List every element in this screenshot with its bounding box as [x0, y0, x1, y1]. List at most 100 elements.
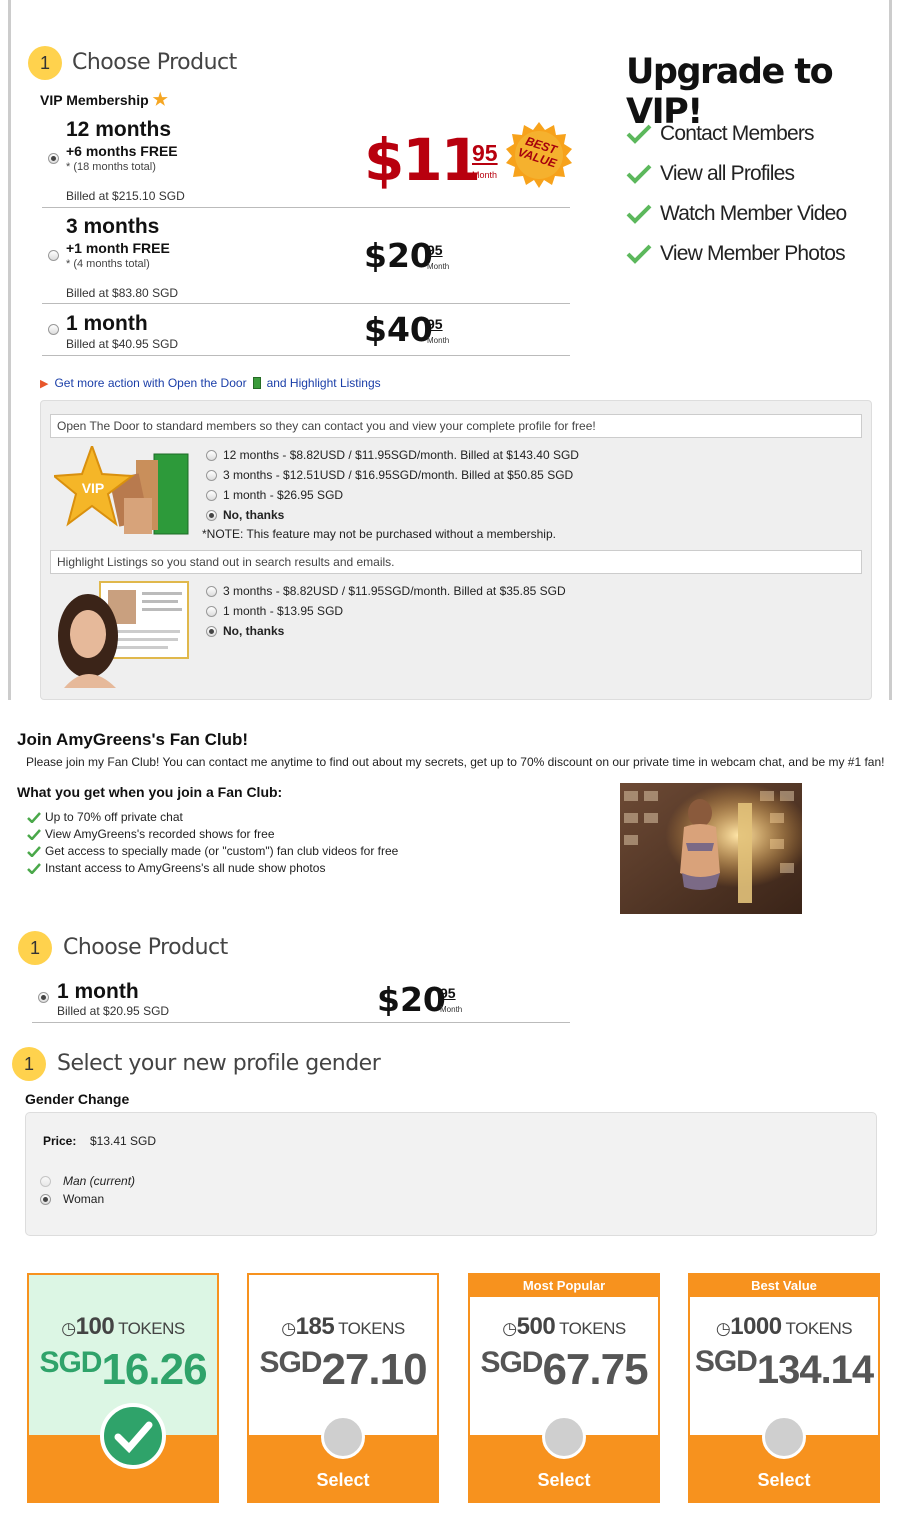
token-unit: TOKENS [118, 1319, 185, 1338]
check-icon [27, 828, 41, 840]
token-card-185[interactable]: ◷185 TOKENS SGD27.10 Select [247, 1273, 439, 1503]
token-currency: SGD [480, 1346, 543, 1379]
plan-name: 12 months [66, 118, 172, 141]
open-door-image: VIP [51, 443, 194, 542]
token-card-100[interactable]: ◷100 TOKENS SGD16.26 [27, 1273, 219, 1503]
highlight-option[interactable]: 1 month - $13.95 SGD [206, 604, 566, 618]
token-price: SGD67.75 [470, 1345, 658, 1395]
fan-club-description: Please join my Fan Club! You can contact… [26, 755, 885, 769]
token-amount: 16.26 [101, 1345, 207, 1394]
open-door-option[interactable]: 3 months - $12.51USD / $16.95SGD/month. … [206, 468, 579, 482]
fan-plan-radio[interactable] [38, 992, 49, 1003]
token-amount: 134.14 [756, 1348, 874, 1392]
step-title: Choose Product [72, 50, 237, 75]
benefit-text: Watch Member Video [660, 202, 847, 225]
open-door-option[interactable]: No, thanks [206, 508, 579, 522]
option-radio[interactable] [206, 489, 217, 501]
option-radio[interactable] [40, 1193, 51, 1205]
selected-check-icon [100, 1403, 166, 1469]
plan-radio-3-months[interactable] [48, 250, 59, 261]
option-label: 3 months - $8.82USD / $11.95SGD/month. B… [223, 584, 566, 598]
open-door-option[interactable]: 1 month - $26.95 SGD [206, 488, 579, 502]
membership-label: VIP Membership ★ [40, 90, 168, 110]
perk-item: Get access to specially made (or "custom… [27, 844, 398, 858]
benefit-text: View all Profiles [660, 162, 795, 185]
plan-price-dollars: $11 [364, 126, 481, 194]
benefit-item: View Member Photos [626, 234, 846, 274]
step-number-badge: 1 [28, 46, 62, 80]
door-icon [252, 377, 261, 389]
token-unit: TOKENS [559, 1319, 626, 1338]
vip-star-text: VIP [81, 480, 105, 496]
select-circle-icon[interactable] [321, 1415, 365, 1459]
option-radio[interactable] [40, 1175, 51, 1187]
select-button[interactable]: Select [690, 1470, 878, 1491]
token-currency: SGD [694, 1345, 758, 1378]
option-radio[interactable] [206, 509, 217, 521]
check-icon [626, 244, 652, 264]
check-icon [27, 862, 41, 874]
token-count: ◷500 TOKENS [502, 1313, 626, 1340]
check-icon [27, 811, 41, 823]
best-value-badge: Best Value [690, 1275, 878, 1297]
token-card-1000[interactable]: Best Value ◷1000 TOKENS SGD134.14 Select [688, 1273, 880, 1503]
highlight-option[interactable]: No, thanks [206, 624, 566, 638]
option-radio[interactable] [206, 625, 217, 637]
plan-total: * (4 months total) [66, 258, 150, 270]
select-button[interactable]: Select [249, 1470, 437, 1491]
option-label: 1 month - $13.95 SGD [223, 604, 344, 618]
token-card-500[interactable]: Most Popular ◷500 TOKENS SGD67.75 Select [468, 1273, 660, 1503]
check-icon [27, 845, 41, 857]
perk-item: Up to 70% off private chat [27, 810, 398, 824]
gender-option-man[interactable]: Man (current) [40, 1174, 135, 1188]
token-currency: SGD [259, 1346, 322, 1379]
select-button[interactable]: Select [470, 1470, 658, 1491]
plan-price-cents: 95 [427, 316, 443, 332]
most-popular-badge: Most Popular [470, 1275, 658, 1297]
token-count: ◷100 TOKENS [61, 1313, 185, 1340]
perk-text: View AmyGreens's recorded shows for free [45, 827, 275, 841]
select-circle-icon[interactable] [542, 1415, 586, 1459]
benefit-item: Contact Members [626, 114, 846, 154]
coin-icon: ◷ [61, 1319, 76, 1338]
plan-total: * (18 months total) [66, 161, 156, 173]
plan-price-period: Month [472, 170, 498, 180]
more-action-text: Get more action with Open the Door [54, 376, 247, 390]
price-value: $13.41 SGD [90, 1134, 157, 1148]
select-circle-icon[interactable] [762, 1415, 806, 1459]
perk-text: Instant access to AmyGreens's all nude s… [45, 861, 326, 875]
perk-text: Get access to specially made (or "custom… [45, 844, 399, 858]
plan-price-period: Month [440, 1005, 463, 1014]
option-radio[interactable] [206, 449, 217, 461]
model-photo [620, 783, 802, 914]
token-count: ◷185 TOKENS [281, 1313, 405, 1340]
option-radio[interactable] [206, 605, 217, 617]
option-radio[interactable] [206, 469, 217, 481]
plan-billed: Billed at $20.95 SGD [57, 1004, 170, 1018]
token-unit: TOKENS [785, 1319, 853, 1338]
plan-price-period: Month [427, 336, 450, 345]
membership-label-text: VIP Membership [40, 92, 149, 108]
plan-radio-12-months[interactable] [48, 153, 59, 164]
option-label: Woman [63, 1192, 105, 1206]
plan-radio-1-month[interactable] [48, 324, 59, 335]
plan-billed: Billed at $83.80 SGD [66, 286, 179, 300]
open-door-option[interactable]: 12 months - $8.82USD / $11.95SGD/month. … [206, 448, 579, 462]
gender-option-woman[interactable]: Woman [40, 1192, 104, 1206]
plan-price-dollars: $40 [364, 310, 433, 349]
option-label: Man (current) [63, 1174, 136, 1188]
option-radio[interactable] [206, 585, 217, 597]
highlight-options: 3 months - $8.82USD / $11.95SGD/month. B… [206, 584, 566, 638]
fan-club-perks: Up to 70% off private chat View AmyGreen… [27, 810, 398, 875]
benefit-text: Contact Members [660, 122, 815, 145]
fan-club-title: Join AmyGreens's Fan Club! [17, 730, 249, 749]
option-label: No, thanks [223, 508, 285, 522]
more-action-link[interactable]: ▶ Get more action with Open the Door and… [40, 376, 381, 390]
more-action-text-2: and Highlight Listings [266, 376, 381, 390]
highlight-option[interactable]: 3 months - $8.82USD / $11.95SGD/month. B… [206, 584, 566, 598]
plan-bonus: +1 month FREE [66, 240, 170, 256]
highlight-image [54, 580, 190, 688]
highlight-header: Highlight Listings so you stand out in s… [50, 550, 862, 574]
open-door-header: Open The Door to standard members so the… [50, 414, 862, 438]
benefit-item: Watch Member Video [626, 194, 847, 234]
